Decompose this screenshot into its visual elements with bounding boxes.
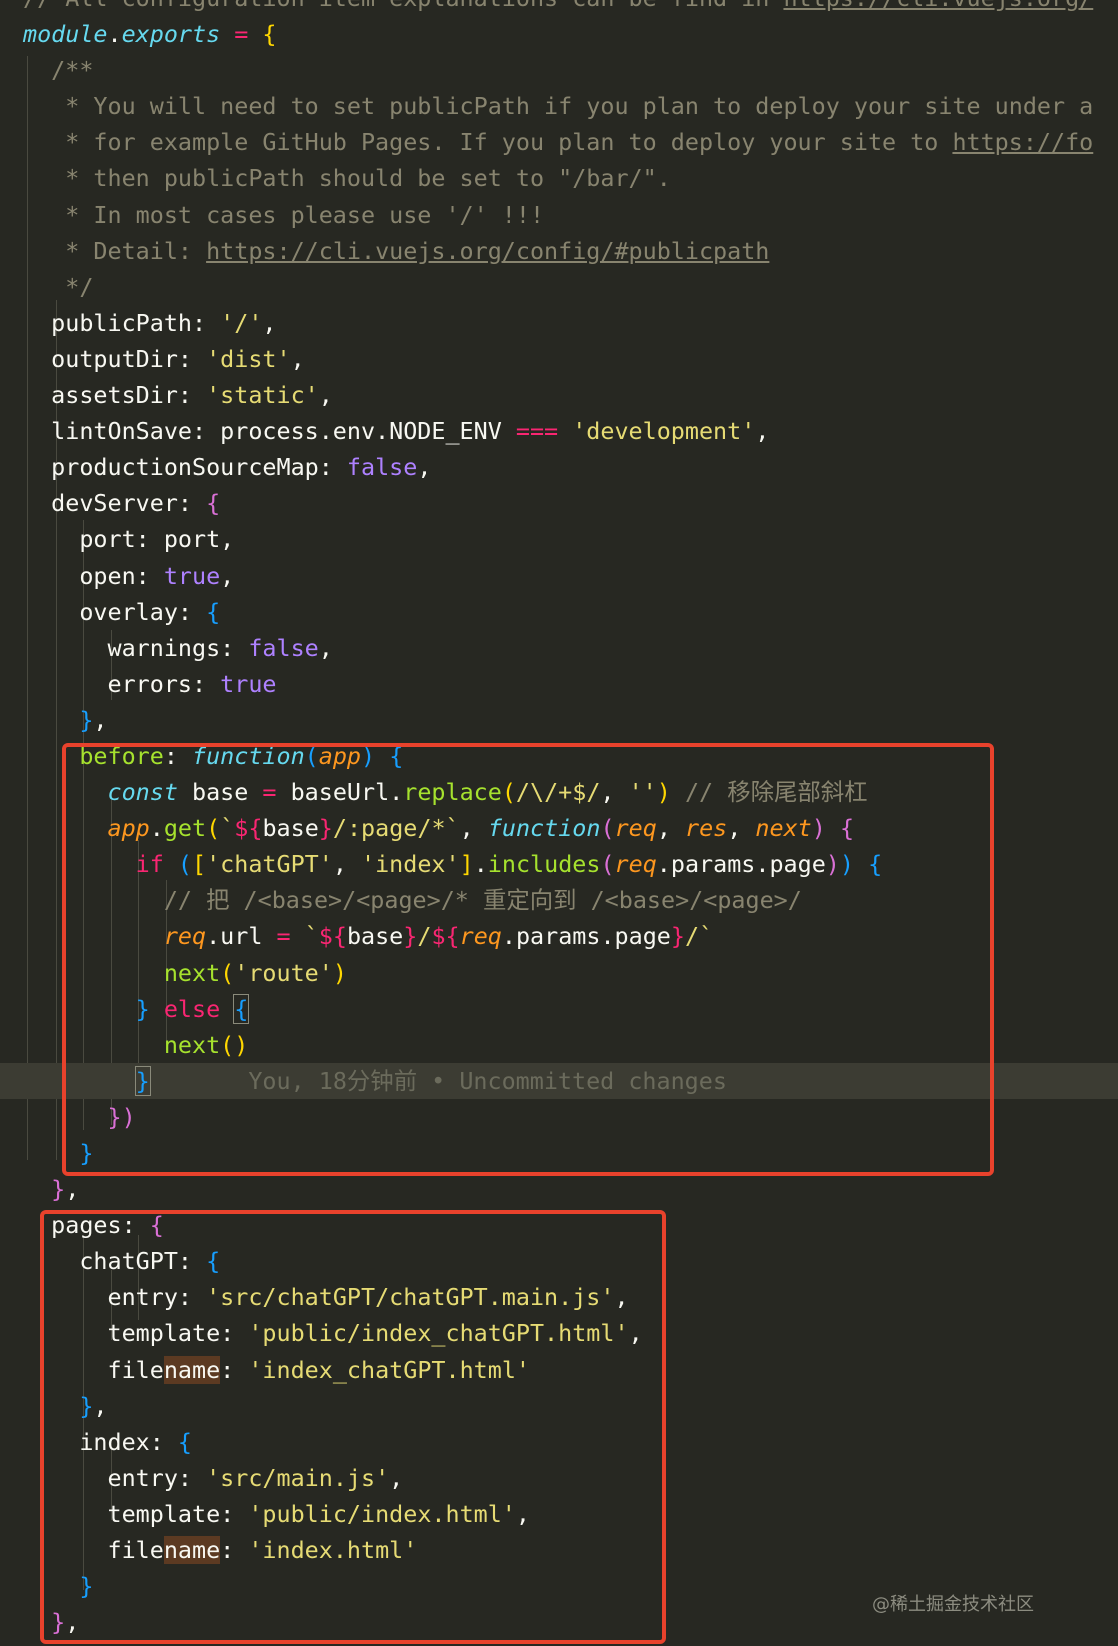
code-token: warnings: [23,633,249,662]
code-line[interactable]: open: true, [23,558,1118,594]
code-line[interactable]: outputDir: 'dist', [23,341,1118,377]
code-token: , [417,453,432,482]
watermark: @稀土掘金技术社区 [872,1594,1034,1615]
code-token: { [206,597,221,626]
code-line[interactable]: }, [23,1171,1118,1207]
code-line[interactable]: // All configuration item explanations c… [23,0,1118,16]
code-token: devServer: [23,489,207,518]
code-line[interactable]: port: port, [23,521,1118,557]
code-token: = [220,20,263,49]
code-line[interactable]: * for example GitHub Pages. If you plan … [23,124,1118,160]
code-token: https://fo [952,128,1094,157]
code-token: productionSourceMap: [23,453,347,482]
code-token: https://cli.vuejs.org/ [783,0,1093,12]
code-editor[interactable]: // All configuration item explanations c… [0,0,1118,1646]
code-line[interactable]: warnings: false, [23,630,1118,666]
code-line[interactable]: errors: true [23,666,1118,702]
code-token: false [346,453,418,482]
code-token: false [248,633,319,662]
highlight-box-before-hook [62,743,994,1176]
code-token: * In most cases please use '/' !!! [23,200,545,229]
code-token: publicPath: [23,308,221,337]
code-line[interactable]: * In most cases please use '/' !!! [23,197,1118,233]
code-token: 'development' [558,417,756,446]
code-token: } [23,1175,66,1204]
code-line[interactable]: overlay: { [23,594,1118,630]
code-line[interactable]: productionSourceMap: false, [23,449,1118,485]
code-token: port: port, [23,525,235,554]
code-line[interactable]: /** [23,52,1118,88]
code-token: , [93,705,108,734]
code-token: } [23,705,94,734]
code-line[interactable]: assetsDir: 'static', [23,377,1118,413]
code-token: { [262,20,277,49]
code-token: true [163,561,221,590]
code-line[interactable]: * You will need to set publicPath if you… [23,88,1118,124]
code-line[interactable]: devServer: { [23,485,1118,521]
code-token: true [220,669,277,698]
code-token: outputDir: [23,344,207,373]
code-token: === [515,417,559,446]
code-token: { [206,489,221,518]
code-line[interactable]: module.exports = { [23,16,1118,52]
code-token: */ [23,272,94,301]
code-token: . [107,20,122,49]
code-token: * Detail: [23,236,207,265]
code-token: , [65,1175,80,1204]
code-token: assetsDir: [23,381,207,410]
code-token: module [23,20,108,49]
highlight-box-pages [40,1210,666,1644]
code-line[interactable]: lintOnSave: process.env.NODE_ENV === 'de… [23,413,1118,449]
code-line[interactable]: publicPath: '/', [23,305,1118,341]
code-token: * You will need to set publicPath if you… [23,92,1094,121]
code-token: , [318,381,333,410]
code-token: , [755,417,770,446]
code-token: https://cli.vuejs.org/config/#publicpath [206,236,770,265]
code-token: lintOnSave: process.env.NODE_ENV [23,417,516,446]
code-token: '/' [220,308,263,337]
code-line[interactable]: * then publicPath should be set to "/bar… [23,160,1118,196]
code-token: errors: [23,669,221,698]
code-token: exports [121,20,221,49]
code-line[interactable]: }, [23,702,1118,738]
code-line[interactable]: */ [23,269,1118,305]
code-token: * then publicPath should be set to "/bar… [23,164,671,193]
code-token: 'dist' [206,344,291,373]
code-token: /** [23,56,94,85]
code-token: overlay: [23,597,207,626]
code-token: // All configuration item explanations c… [23,0,783,12]
code-token: , [290,344,305,373]
code-token: , [262,308,277,337]
code-token: open: [23,561,164,590]
code-token: 'static' [206,381,319,410]
code-token: , [220,561,235,590]
code-token: , [318,633,333,662]
code-line[interactable]: * Detail: https://cli.vuejs.org/config/#… [23,233,1118,269]
code-token: * for example GitHub Pages. If you plan … [23,128,953,157]
